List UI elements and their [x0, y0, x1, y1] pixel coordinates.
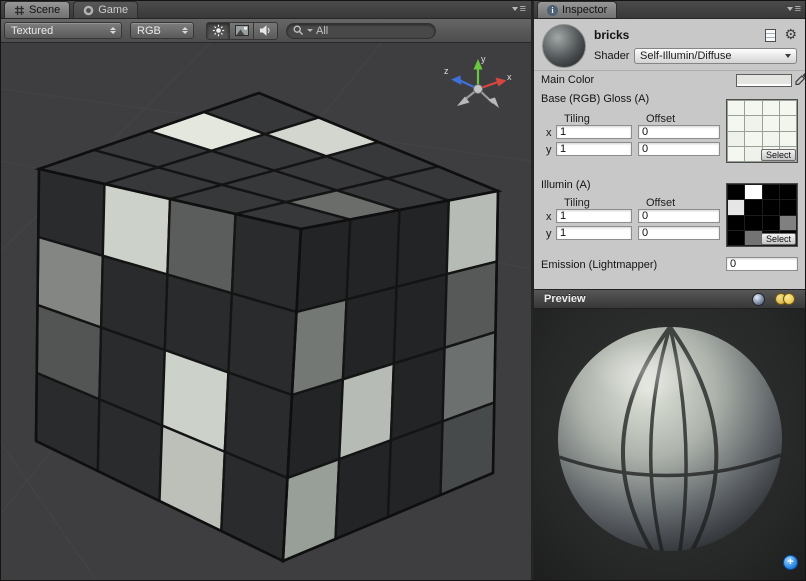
- material-name: bricks: [594, 28, 629, 42]
- row-x-label: x: [546, 127, 552, 139]
- material-preview-area[interactable]: [534, 309, 806, 580]
- render-color-value: RGB: [137, 25, 161, 37]
- offset-header: Offset: [646, 113, 675, 125]
- info-icon: [547, 5, 558, 16]
- dropdown-arrow-icon: [512, 7, 518, 11]
- emission-label: Emission (Lightmapper): [541, 259, 657, 271]
- preview-title: Preview: [544, 293, 586, 305]
- eyedropper-icon[interactable]: [795, 72, 806, 87]
- illumin-tiling-y-input[interactable]: 1: [556, 226, 632, 240]
- preview-sphere: [534, 309, 806, 580]
- tab-game[interactable]: Game: [73, 1, 138, 18]
- illumin-offset-x-input[interactable]: 0: [638, 209, 720, 223]
- inspector-tab-bar: Inspector: [534, 1, 806, 19]
- gear-icon[interactable]: [784, 28, 797, 42]
- chevron-down-icon: [785, 54, 791, 58]
- scene-viewport[interactable]: y x z: [1, 43, 531, 580]
- gizmo-y-label: y: [481, 54, 486, 64]
- tab-inspector[interactable]: Inspector: [537, 1, 617, 18]
- scene-toolbar: Textured RGB: [1, 19, 531, 43]
- hamburger-icon: [795, 3, 801, 15]
- dropdown-arrows-icon: [182, 27, 188, 34]
- preview-lighting-toggle-icon[interactable]: [775, 293, 796, 306]
- gizmo-z-cone-icon[interactable]: [451, 76, 462, 86]
- lighting-toggle-button[interactable]: [206, 22, 230, 40]
- scene-panel: Scene Game Textured RGB: [1, 1, 531, 580]
- header-divider: [534, 70, 806, 71]
- base-offset-x-input[interactable]: 0: [638, 125, 720, 139]
- tiling-header: Tiling: [564, 197, 590, 209]
- preview-header-icons: [752, 293, 796, 306]
- gizmo-z-label: z: [444, 66, 449, 76]
- viewport-svg: [1, 43, 531, 580]
- inspector-panel: Inspector bricks Shader Self-Illumin/Dif…: [534, 1, 806, 580]
- scene-toggle-group: [206, 22, 278, 40]
- illumin-tiling-x-input[interactable]: 1: [556, 209, 632, 223]
- scene-orientation-gizmo[interactable]: y x z: [443, 51, 513, 121]
- row-y-label: y: [546, 144, 552, 156]
- game-icon: [83, 5, 94, 16]
- main-color-swatch[interactable]: [736, 74, 792, 87]
- shader-label: Shader: [594, 50, 629, 62]
- base-tiling-x-input[interactable]: 1: [556, 125, 632, 139]
- dropdown-arrow-icon: [787, 7, 793, 11]
- scene-panel-menu-icon[interactable]: [512, 3, 526, 15]
- row-x-label: x: [546, 211, 552, 223]
- scene-tab-bar: Scene Game: [1, 1, 531, 19]
- hamburger-icon: [520, 3, 526, 15]
- main-color-label: Main Color: [541, 74, 594, 86]
- dropdown-arrows-icon: [110, 27, 116, 34]
- base-map-label: Base (RGB) Gloss (A): [541, 93, 649, 105]
- tab-scene[interactable]: Scene: [4, 1, 70, 18]
- search-filter-caret-icon: [307, 29, 313, 32]
- unity-window: Scene Game Textured RGB: [0, 0, 806, 581]
- image-icon: [235, 25, 249, 36]
- tab-scene-label: Scene: [29, 4, 60, 16]
- gizmo-x-cone-icon[interactable]: [496, 78, 507, 87]
- illumin-offset-y-input[interactable]: 0: [638, 226, 720, 240]
- help-doc-icon[interactable]: [765, 29, 776, 42]
- search-filter-value: All: [316, 25, 328, 37]
- preview-header[interactable]: Preview: [534, 289, 806, 309]
- offset-header: Offset: [646, 197, 675, 209]
- gizmo-center-cube[interactable]: [474, 85, 483, 94]
- audio-toggle-button[interactable]: [254, 22, 278, 40]
- illumin-map-label: Illumin (A): [541, 179, 591, 191]
- emission-input[interactable]: 0: [726, 257, 798, 271]
- draw-mode-dropdown[interactable]: Textured: [4, 22, 122, 39]
- material-sphere-thumbnail: [542, 24, 586, 68]
- gizmo-x-label: x: [507, 72, 512, 82]
- render-mode-button[interactable]: [230, 22, 254, 40]
- inspector-content: bricks Shader Self-Illumin/Diffuse Main …: [534, 19, 806, 289]
- tiling-header: Tiling: [564, 113, 590, 125]
- scene-grid-icon: [14, 5, 25, 16]
- illumin-texture-select-button[interactable]: Select: [761, 233, 796, 245]
- inspector-panel-menu-icon[interactable]: [787, 3, 801, 15]
- preview-sphere-toggle-icon[interactable]: [752, 293, 765, 306]
- illumin-texture-slot[interactable]: Select: [726, 183, 798, 247]
- base-texture-slot[interactable]: Select: [726, 99, 798, 163]
- material-header-icons: [765, 28, 797, 42]
- tab-inspector-label: Inspector: [562, 4, 607, 16]
- draw-mode-value: Textured: [11, 25, 53, 37]
- row-y-label: y: [546, 228, 552, 240]
- render-color-dropdown[interactable]: RGB: [130, 22, 194, 39]
- speaker-icon: [259, 24, 272, 37]
- shader-dropdown[interactable]: Self-Illumin/Diffuse: [634, 48, 797, 64]
- add-preview-button[interactable]: [783, 555, 798, 570]
- base-tiling-y-input[interactable]: 1: [556, 142, 632, 156]
- base-texture-select-button[interactable]: Select: [761, 149, 796, 161]
- scene-search-field[interactable]: All: [286, 23, 436, 39]
- tab-game-label: Game: [98, 4, 128, 16]
- base-offset-y-input[interactable]: 0: [638, 142, 720, 156]
- sun-icon: [212, 24, 225, 37]
- search-icon: [293, 25, 304, 36]
- cube-mesh: [36, 93, 498, 561]
- shader-value: Self-Illumin/Diffuse: [640, 50, 732, 62]
